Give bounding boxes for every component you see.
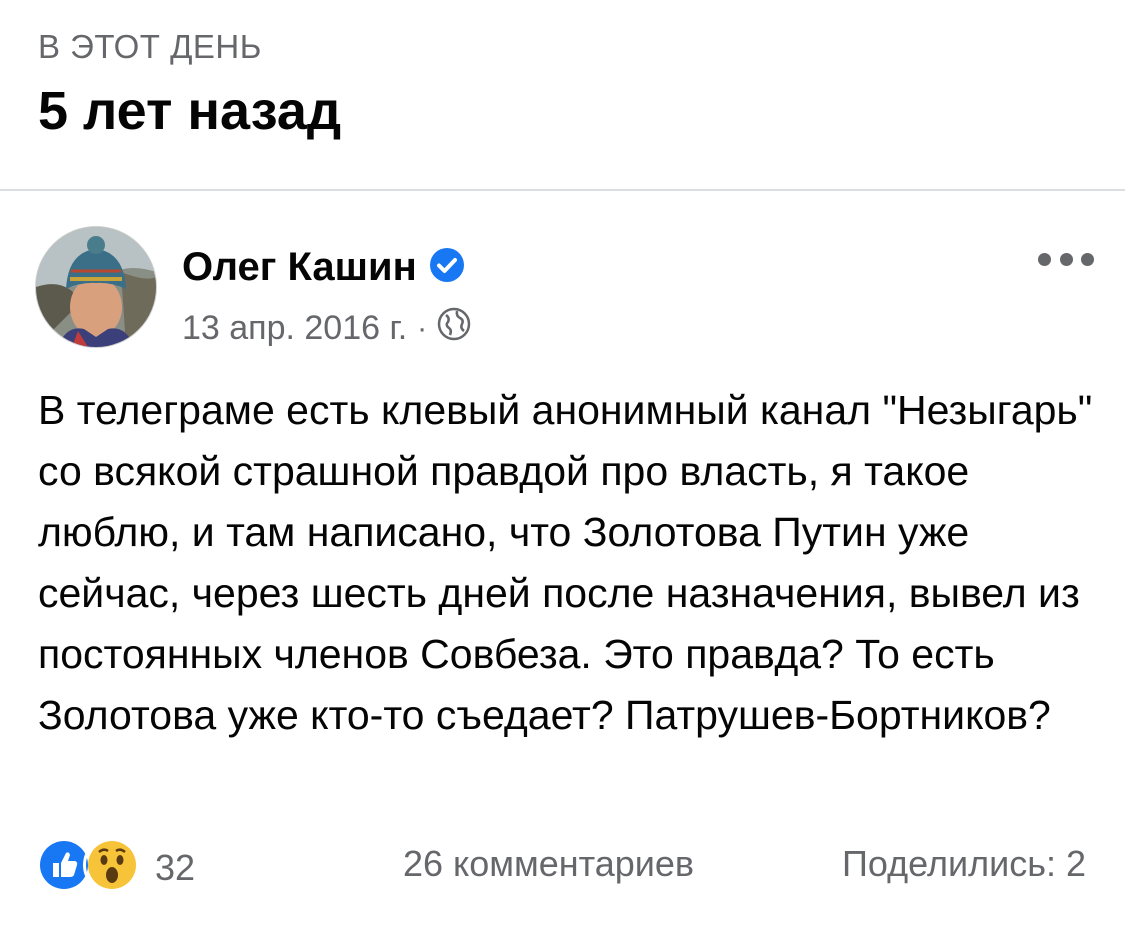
post-text: В телеграме есть клевый анонимный канал … — [38, 387, 1093, 738]
more-dot-icon — [1081, 252, 1094, 266]
author-name[interactable]: Олег Кашин — [182, 245, 417, 290]
wow-icon — [83, 836, 141, 899]
reactions-summary[interactable]: 32 — [35, 836, 195, 899]
globe-icon — [437, 307, 471, 350]
post-date[interactable]: 13 апр. 2016 г. — [182, 309, 407, 348]
reaction-count: 32 — [155, 846, 196, 888]
page-title: 5 лет назад — [38, 81, 342, 141]
verified-badge-icon — [429, 247, 465, 288]
post-meta: 13 апр. 2016 г. · — [182, 307, 471, 350]
post-footer: 32 26 комментариев Поделились: 2 — [35, 836, 1090, 896]
post-author: Олег Кашин — [182, 245, 465, 290]
avatar[interactable] — [35, 226, 157, 348]
section-label: В ЭТОТ ДЕНЬ — [38, 28, 262, 65]
more-dot-icon — [1059, 252, 1073, 266]
comments-count[interactable]: 26 комментариев — [403, 843, 694, 885]
divider — [0, 189, 1125, 191]
meta-separator: · — [417, 311, 428, 345]
more-options-button[interactable] — [1038, 248, 1094, 270]
shares-count[interactable]: Поделились: 2 — [842, 843, 1086, 885]
more-dot-icon — [1038, 252, 1051, 266]
